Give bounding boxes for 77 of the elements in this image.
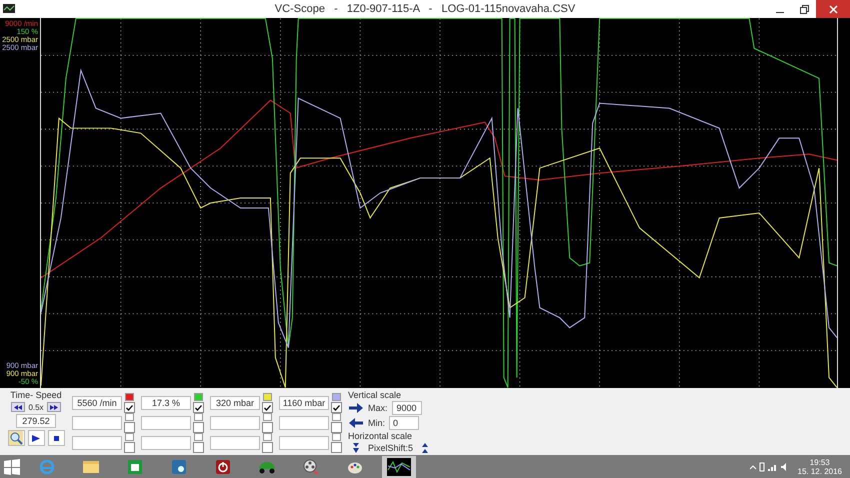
- vertical-scale-label: Vertical scale: [348, 390, 402, 400]
- browser-icon: [39, 458, 55, 474]
- channel-color-swatch: [263, 413, 272, 421]
- channel-value-field[interactable]: [279, 416, 329, 430]
- pixel-shift-value: PixelShift:5: [368, 443, 414, 453]
- channel-value-field[interactable]: 320 mbar: [210, 396, 260, 410]
- window-title: VC-Scope - 1Z0-907-115-A - LOG-01-115novavaha.CSV: [274, 3, 576, 15]
- channel-checkbox[interactable]: [124, 442, 135, 453]
- channel-value-field[interactable]: [141, 416, 191, 430]
- left-arrow-icon: [349, 418, 363, 428]
- speed-value: 0.5x: [28, 402, 44, 412]
- film-reel-icon: [303, 458, 319, 474]
- checkmark-icon: [195, 404, 202, 410]
- channel-value-field[interactable]: [72, 416, 122, 430]
- play-icon: [32, 434, 40, 442]
- down-arrow-icon: [353, 443, 359, 453]
- checkmark-icon: [333, 404, 340, 410]
- channel-color-swatch: [125, 413, 134, 421]
- channel-checkbox[interactable]: [193, 402, 204, 413]
- power-icon: [215, 458, 231, 474]
- decrease-min-button[interactable]: [348, 417, 364, 429]
- channel-color-swatch: [194, 433, 203, 441]
- channel-checkbox[interactable]: [262, 442, 273, 453]
- channel-checkbox[interactable]: [331, 442, 342, 453]
- fast-forward-button[interactable]: [46, 402, 61, 412]
- channel-checkbox[interactable]: [124, 422, 135, 433]
- clock-time: 19:53: [810, 458, 830, 466]
- channel-color-swatch: [194, 413, 203, 421]
- channel-color-swatch: [263, 433, 272, 441]
- channel-checkbox[interactable]: [331, 402, 342, 413]
- up-arrow-icon: [422, 443, 428, 453]
- rewind-icon: [14, 404, 22, 410]
- channel-checkbox[interactable]: [193, 422, 204, 433]
- horizontal-scale-label: Horizontal scale: [348, 431, 414, 441]
- oscilloscope-icon: [387, 458, 411, 476]
- channel-color-swatch: [332, 413, 341, 421]
- channel-checkbox[interactable]: [124, 402, 135, 413]
- stop-button[interactable]: [48, 430, 64, 446]
- channel-value-field[interactable]: 5560 /min: [72, 396, 122, 410]
- max-label: Max:: [368, 403, 388, 413]
- increase-max-button[interactable]: [348, 402, 364, 414]
- close-icon: [828, 4, 838, 14]
- play-button[interactable]: [28, 430, 44, 446]
- channel-checkbox[interactable]: [262, 402, 273, 413]
- car-icon: [257, 460, 277, 474]
- channel-color-swatch: [125, 433, 134, 441]
- clock-date: 15. 12. 2016: [798, 466, 842, 476]
- time-field[interactable]: 279.52: [16, 414, 56, 428]
- rewind-button[interactable]: [11, 402, 26, 412]
- checkmark-icon: [126, 404, 133, 410]
- channel-checkbox[interactable]: [262, 422, 273, 433]
- magnifier-icon: [9, 431, 23, 445]
- close-button[interactable]: [816, 0, 850, 18]
- channel-value-field[interactable]: [72, 436, 122, 450]
- taskbar-app[interactable]: [382, 456, 416, 478]
- channel-value-field[interactable]: [210, 436, 260, 450]
- max-field[interactable]: 9000: [392, 401, 422, 415]
- channel-value-field[interactable]: 17.3 %: [141, 396, 191, 410]
- channel-color-swatch: [332, 433, 341, 441]
- folder-icon: [82, 459, 100, 474]
- windows-logo-icon[interactable]: [4, 458, 20, 474]
- time-speed-label: Time- Speed: [10, 390, 62, 400]
- right-arrow-icon: [349, 403, 363, 413]
- restore-icon: [800, 4, 808, 14]
- min-field[interactable]: 0: [389, 416, 420, 430]
- app-icon: [3, 4, 15, 13]
- channel-checkbox[interactable]: [331, 422, 342, 433]
- min-label: Min:: [368, 418, 386, 428]
- zoom-button[interactable]: [8, 430, 24, 446]
- channel-value-field[interactable]: [210, 416, 260, 430]
- checkmark-icon: [264, 404, 271, 410]
- stop-icon: [54, 436, 58, 440]
- channel-value-field[interactable]: 1160 mbar: [279, 396, 329, 410]
- channel-checkbox[interactable]: [193, 442, 204, 453]
- channel-value-field[interactable]: [141, 436, 191, 450]
- channel-value-field[interactable]: [279, 436, 329, 450]
- fast-forward-icon: [50, 404, 58, 410]
